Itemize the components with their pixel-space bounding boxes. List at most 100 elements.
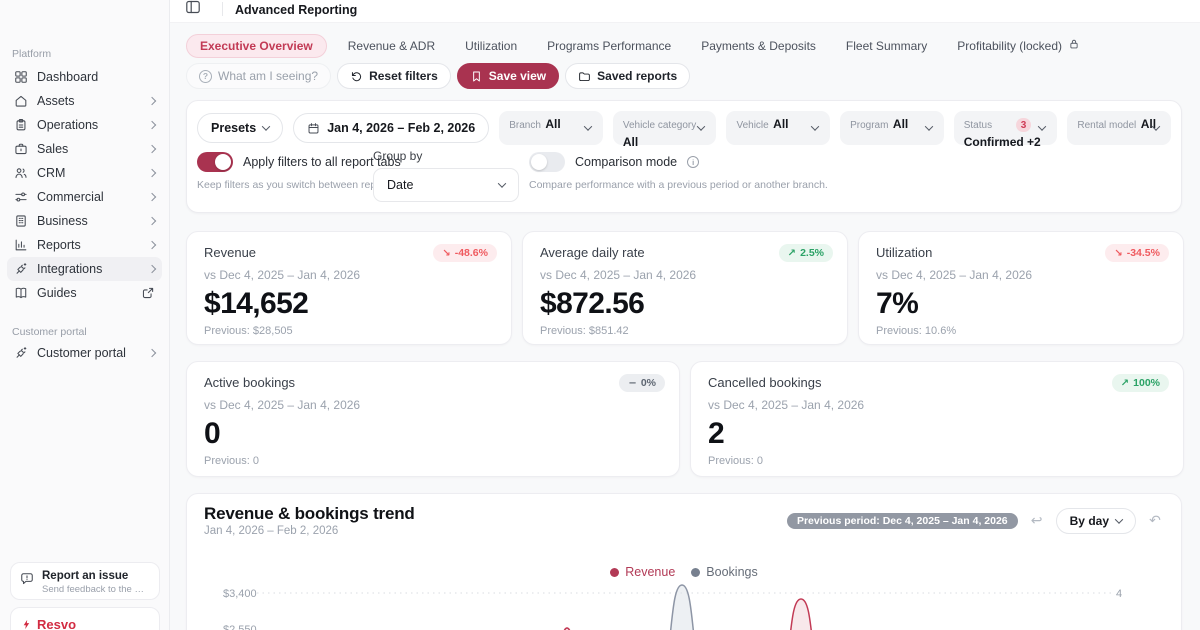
sliders-icon (14, 190, 28, 204)
sidebar-section-customer-portal: Customer portal (12, 326, 87, 338)
apply-filters-description: Keep filters as you switch between repor… (197, 179, 401, 191)
chevron-right-icon (149, 98, 155, 104)
trend-badge: ↘ -34.5% (1105, 244, 1169, 262)
arrow-down-right-icon: ↘ (1114, 248, 1122, 259)
sidebar-nav: Dashboard Assets Operations Sales CRM (7, 65, 162, 305)
vehicle-category-filter[interactable]: Vehicle category All (613, 111, 717, 145)
chevron-down-icon (1038, 122, 1046, 130)
chevron-down-icon (697, 122, 705, 130)
plug-icon (14, 346, 28, 360)
program-filter[interactable]: Program All (840, 111, 944, 145)
previous-value: Previous: 0 (708, 455, 1166, 467)
report-issue-subtitle: Send feedback to the Resvo... (42, 584, 146, 595)
tab-fleet-summary[interactable]: Fleet Summary (837, 34, 936, 58)
tab-profitability-locked[interactable]: Profitability (locked) (948, 33, 1089, 58)
status-filter[interactable]: Status Confirmed +2 3 (954, 111, 1058, 145)
arrow-up-right-icon: ↗ (788, 248, 796, 259)
book-icon (14, 286, 28, 300)
comparison-range: vs Dec 4, 2025 – Jan 4, 2026 (876, 268, 1166, 282)
chevron-right-icon (149, 218, 155, 224)
grid-icon (14, 70, 28, 84)
message-alert-icon (20, 572, 34, 586)
sidebar-item-customer-portal[interactable]: Customer portal (7, 341, 162, 365)
comparison-mode-toggle[interactable] (529, 152, 565, 172)
apply-filters-group: Apply filters to all report tabs Keep fi… (197, 152, 401, 191)
rental-model-filter[interactable]: Rental model All (1067, 111, 1171, 145)
sidebar-item-commercial[interactable]: Commercial (7, 185, 162, 209)
apply-filters-toggle[interactable] (197, 152, 233, 172)
trend-chart[interactable]: $3,400 4 $2,550 (187, 494, 1183, 630)
comparison-range: vs Dec 4, 2025 – Jan 4, 2026 (540, 268, 830, 282)
chevron-down-icon (811, 122, 819, 130)
sidebar-item-label: Guides (37, 286, 77, 300)
clipboard-icon (14, 118, 28, 132)
sidebar-item-guides[interactable]: Guides (7, 281, 162, 305)
tab-executive-overview[interactable]: Executive Overview (186, 34, 327, 58)
sidebar-item-integrations[interactable]: Integrations (7, 257, 162, 281)
metric-card-average-daily-rate: Average daily rate ↗ 2.5% vs Dec 4, 2025… (522, 231, 848, 345)
metric-value: $14,652 (204, 287, 494, 321)
y-axis-left-tick: $3,400 (223, 588, 257, 600)
save-view-button[interactable]: Save view (457, 63, 559, 89)
sidebar-item-crm[interactable]: CRM (7, 161, 162, 185)
reset-icon (350, 70, 363, 83)
sidebar-item-operations[interactable]: Operations (7, 113, 162, 137)
vehicle-filter[interactable]: Vehicle All (726, 111, 830, 145)
filters-panel: Presets Jan 4, 2026 – Feb 2, 2026 Branch… (186, 100, 1182, 213)
y-axis-right-tick: 4 (1116, 588, 1122, 600)
comparison-mode-label: Comparison mode (575, 155, 677, 169)
trend-badge: ↘ -48.6% (433, 244, 497, 262)
chevron-right-icon (149, 266, 155, 272)
group-by-label: Group by (373, 149, 519, 163)
chevron-right-icon (149, 122, 155, 128)
sidebar-item-sales[interactable]: Sales (7, 137, 162, 161)
chevron-down-icon (584, 122, 592, 130)
chevron-down-icon (924, 122, 932, 130)
minus-icon: − (628, 378, 636, 389)
sidebar-item-label: Assets (37, 94, 75, 108)
what-am-i-seeing-button[interactable]: ? What am I seeing? (186, 63, 331, 89)
tab-revenue-adr[interactable]: Revenue & ADR (339, 34, 444, 58)
filters-row: Presets Jan 4, 2026 – Feb 2, 2026 Branch… (197, 111, 1171, 145)
brand-logo-text: Resvo (37, 617, 76, 630)
revenue-bookings-trend-card: Revenue & bookings trend Jan 4, 2026 – F… (186, 493, 1182, 630)
question-circle-icon: ? (199, 70, 212, 83)
bookmark-icon (470, 70, 483, 83)
comparison-mode-description: Compare performance with a previous peri… (529, 179, 889, 191)
sidebar-item-dashboard[interactable]: Dashboard (7, 65, 162, 89)
tab-programs-performance[interactable]: Programs Performance (538, 34, 680, 58)
home-icon (14, 94, 28, 108)
metric-value: 2 (708, 417, 1166, 451)
external-link-icon (141, 286, 155, 300)
date-range-picker[interactable]: Jan 4, 2026 – Feb 2, 2026 (293, 113, 489, 143)
metric-card-revenue: Revenue ↘ -48.6% vs Dec 4, 2025 – Jan 4,… (186, 231, 512, 345)
comparison-range: vs Dec 4, 2025 – Jan 4, 2026 (204, 398, 662, 412)
tab-utilization[interactable]: Utilization (456, 34, 526, 58)
sidebar-toggle-icon[interactable] (185, 0, 201, 15)
saved-reports-button[interactable]: Saved reports (565, 63, 690, 89)
metric-value: $872.56 (540, 287, 830, 321)
sidebar-item-label: Commercial (37, 190, 104, 204)
group-by-select[interactable]: Date (373, 168, 519, 202)
trend-badge: − 0% (619, 374, 665, 392)
sidebar-portal-nav: Customer portal (7, 341, 162, 365)
chevron-right-icon (149, 170, 155, 176)
sidebar-item-reports[interactable]: Reports (7, 233, 162, 257)
calendar-icon (307, 122, 320, 135)
branch-filter[interactable]: Branch All (499, 111, 603, 145)
report-issue-card[interactable]: Report an issue Send feedback to the Res… (10, 562, 160, 600)
reset-filters-button[interactable]: Reset filters (337, 63, 451, 89)
metric-card-active-bookings: Active bookings − 0% vs Dec 4, 2025 – Ja… (186, 361, 680, 477)
sidebar: Platform Dashboard Assets Operations Sal… (0, 0, 170, 630)
sidebar-item-label: Integrations (37, 262, 102, 276)
sidebar-item-business[interactable]: Business (7, 209, 162, 233)
tab-payments-deposits[interactable]: Payments & Deposits (692, 34, 825, 58)
sidebar-item-label: Business (37, 214, 88, 228)
folder-icon (578, 70, 591, 83)
page-title: Advanced Reporting (235, 3, 357, 17)
group-by-control: Group by Date (373, 149, 519, 202)
presets-dropdown[interactable]: Presets (197, 113, 283, 143)
advanced-reporting-page: Platform Dashboard Assets Operations Sal… (0, 0, 1200, 630)
sidebar-item-assets[interactable]: Assets (7, 89, 162, 113)
chevron-right-icon (149, 146, 155, 152)
